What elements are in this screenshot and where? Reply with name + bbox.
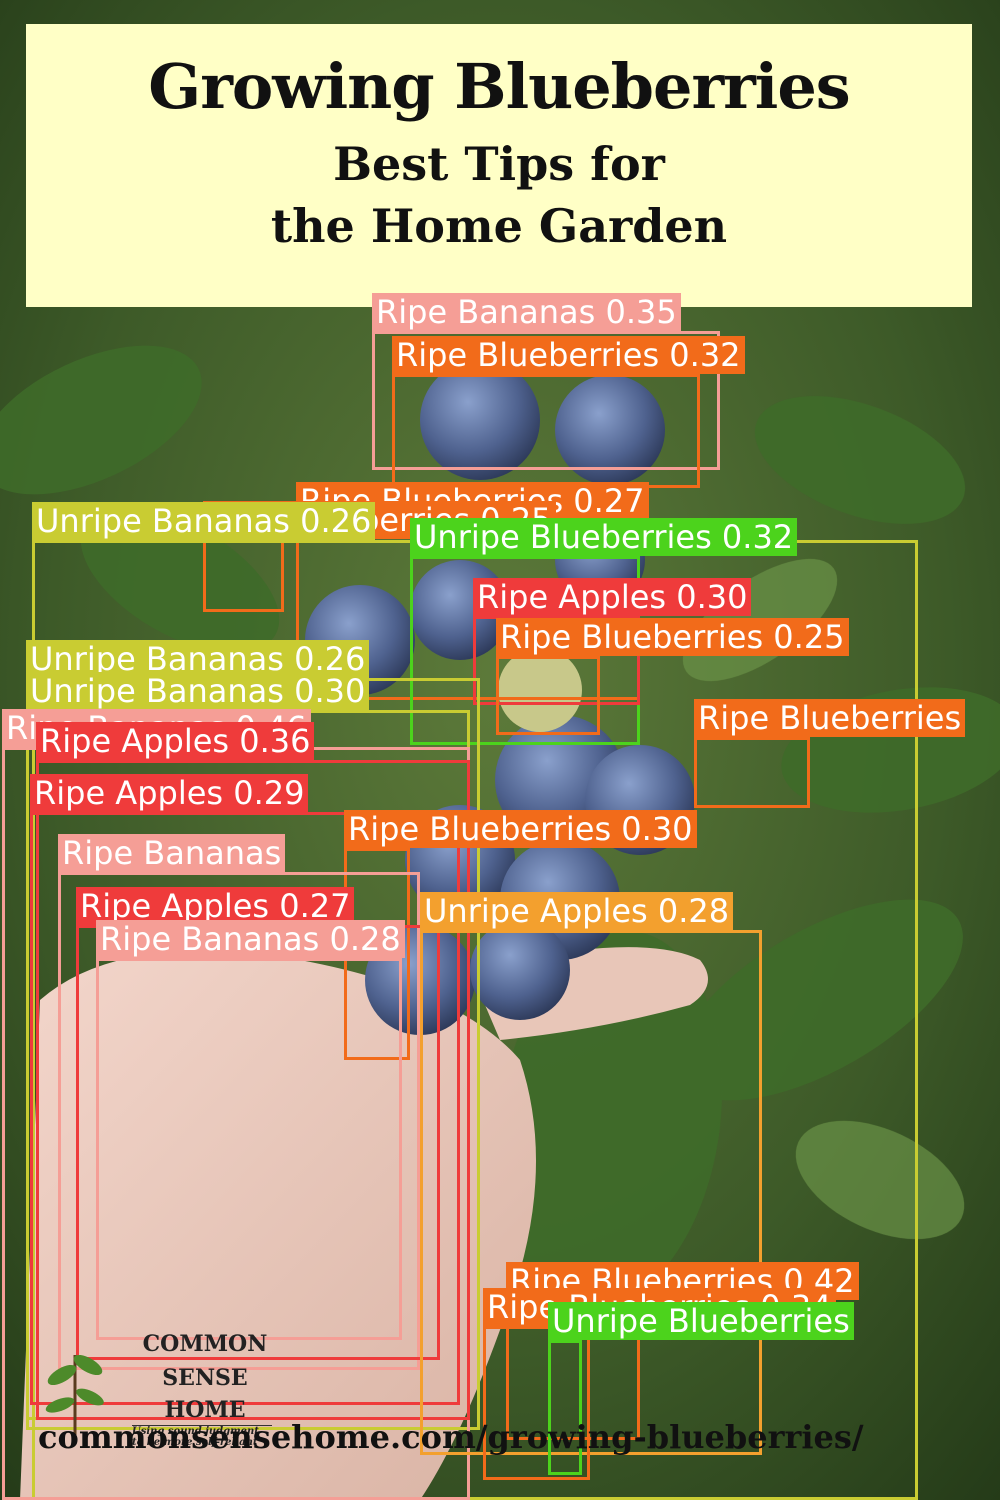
detection-label: Ripe Blueberries 0.25 [496, 618, 849, 656]
detection-label: Ripe Bananas [58, 834, 286, 872]
detection-label: Unripe Apples 0.28 [420, 892, 734, 930]
detection-label: Ripe Blueberries [694, 699, 966, 737]
subtitle-line-2: the Home Garden [270, 199, 728, 253]
detection-label: Ripe Apples 0.29 [30, 774, 309, 812]
site-url: commonsensehome.com/growing-blueberries/ [38, 1418, 864, 1456]
subtitle: Best Tips for the Home Garden [26, 133, 972, 257]
detection-label: Unripe Blueberries [548, 1302, 854, 1340]
main-title: Growing Blueberries [148, 50, 850, 123]
detection-label: Ripe Blueberries 0.30 [344, 810, 697, 848]
detection-box [96, 958, 402, 1340]
detection-label: Unripe Bananas 0.30 [26, 672, 370, 710]
detection-label: Ripe Apples 0.30 [473, 578, 752, 616]
detection-box [392, 374, 700, 488]
detection-label: Ripe Bananas 0.35 [372, 293, 681, 331]
detection-box [694, 737, 810, 808]
logo-line-2: SENSE [162, 1365, 248, 1391]
detection-label: Unripe Bananas 0.26 [32, 502, 376, 540]
detection-label: Ripe Bananas 0.28 [96, 920, 405, 958]
detection-label: Ripe Blueberries 0.32 [392, 336, 745, 374]
detection-label: Unripe Blueberries 0.32 [410, 518, 798, 556]
logo-line-1: COMMON [142, 1331, 268, 1357]
detection-box [496, 656, 600, 735]
detection-label: Ripe Apples 0.36 [36, 722, 315, 760]
subtitle-line-1: Best Tips for [333, 137, 665, 191]
image-stage: Growing Blueberries Best Tips for the Ho… [0, 0, 1000, 1500]
title-banner: Growing Blueberries Best Tips for the Ho… [26, 24, 972, 307]
